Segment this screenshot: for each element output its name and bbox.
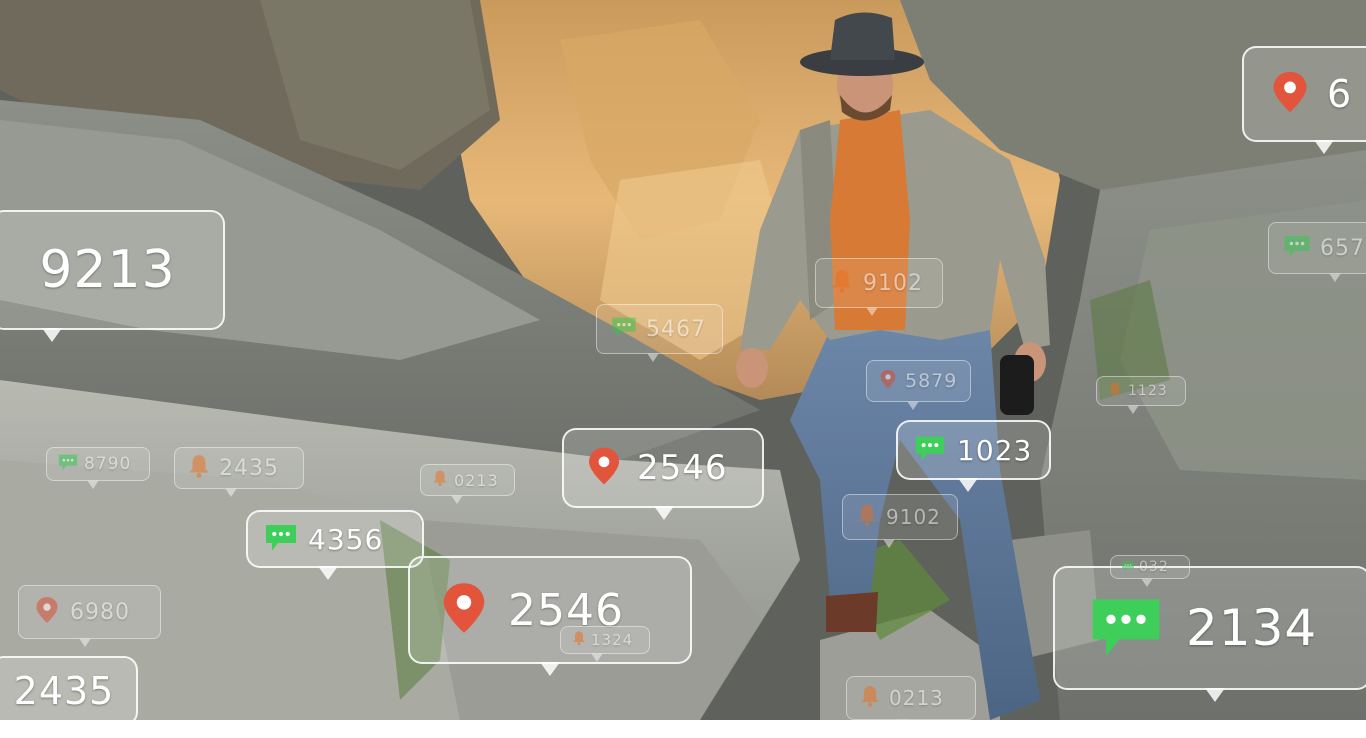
notification-bubble: 9102 [842,494,958,548]
chat-icon [913,431,947,469]
bubble-tail [540,662,560,676]
pin-icon [437,581,491,639]
notification-bubble: 1324 [560,626,650,662]
notification-count: 1123 [1128,383,1168,399]
bubble-tail [79,638,91,647]
notification-bubble: 4356 [246,510,424,580]
bubble-tail [591,653,603,662]
notification-count: 5467 [646,316,706,342]
notification-count: 9213 [39,240,176,300]
notification-bubble: 1123 [1096,376,1186,414]
bubble-tail [42,328,62,342]
chat-icon [263,519,299,559]
bell-icon [431,469,449,491]
notification-bubble: 8790 [46,447,150,489]
bubble-tail [647,353,659,362]
bubble-tail [52,724,72,738]
notification-count: 9102 [863,270,923,296]
notification-bubble: 0213 [846,676,976,728]
notification-bubble: 032 [1110,555,1190,587]
notification-count: 657 [1320,235,1365,261]
bubble-tail [1205,688,1225,702]
bubble-tail [1329,273,1341,282]
chat-icon [57,451,79,477]
bubble-tail [866,307,878,316]
notification-count: 1324 [591,631,634,649]
notification-count: 6980 [70,599,130,625]
bell-icon [186,453,212,483]
notification-count: 2435 [219,455,279,481]
notification-count: 1023 [957,433,1033,467]
notification-bubble: 9102 [815,258,943,316]
bubble-tail [897,719,909,728]
notification-count: 8790 [84,454,132,474]
bubble-tail [87,480,99,489]
notification-bubble: 6 [1242,46,1366,154]
chat-icon [1086,586,1166,670]
notification-bubble: 2134 [1053,566,1366,702]
notification-count: 0213 [454,470,499,490]
bell-icon [1107,381,1123,401]
chat-icon [1121,558,1135,577]
notification-count: 2134 [1186,599,1318,657]
bell-icon [855,503,879,531]
bell-icon [858,684,882,712]
notification-count: 2435 [13,669,115,713]
bubble-tail [1141,578,1153,587]
notification-bubble: 5467 [596,304,723,362]
notification-bubble: 2435 [174,447,304,497]
notification-bubble: 657 [1268,222,1366,282]
bubble-tail [1314,140,1334,154]
bubble-tail [907,401,919,410]
notification-count: 4356 [308,522,384,556]
bubble-tail [958,478,978,492]
bubble-tail [225,488,237,497]
pin-icon [878,369,898,393]
bell-icon [571,630,587,650]
bubble-tail [318,566,338,580]
chat-icon [1282,231,1312,265]
pin-icon [1268,70,1312,118]
bubble-tail [1127,405,1139,414]
chat-icon [610,313,638,345]
bubble-tail [883,539,895,548]
notification-count: 9102 [886,505,941,529]
notification-bubble: 2546 [562,428,764,520]
notification-bubble: 2435 [0,656,138,738]
notification-count: 0213 [889,686,944,710]
notification-bubble: 5879 [866,360,971,410]
notification-count: 5879 [905,370,958,392]
notification-count: 032 [1139,559,1169,575]
notification-bubble: 9213 [0,210,225,342]
bubble-tail [451,495,463,504]
bell-icon [829,268,855,298]
notification-bubble: 1023 [896,420,1051,492]
notification-count: 6 [1327,72,1353,116]
pin-icon [584,446,624,490]
pin-icon [33,596,61,628]
bubble-tail [654,506,674,520]
notification-count: 2546 [637,448,728,488]
notification-bubble: 0213 [420,464,515,504]
notification-bubble: 6980 [18,585,161,647]
